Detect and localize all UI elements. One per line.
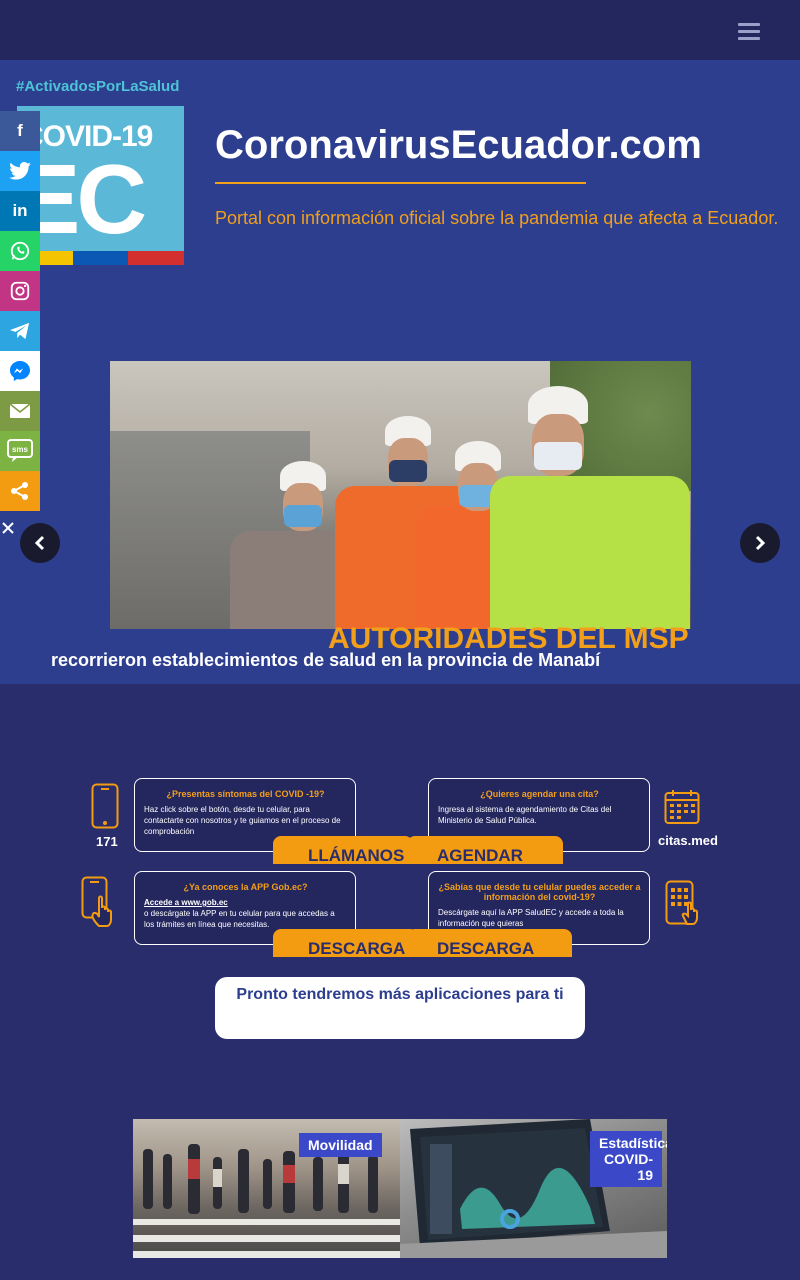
instagram-icon[interactable] xyxy=(0,271,40,311)
chevron-right-icon[interactable] xyxy=(740,523,780,563)
calendar-icon xyxy=(664,789,700,829)
flag-stripe xyxy=(17,251,184,265)
covid-ec-logo[interactable]: COVID-19 EC xyxy=(17,106,184,265)
linkedin-icon[interactable]: in xyxy=(0,191,40,231)
touch-phone-icon xyxy=(81,876,127,932)
card-question: ¿Presentas síntomas del COVID -19? xyxy=(166,789,325,799)
messenger-icon[interactable] xyxy=(0,351,40,391)
title-divider xyxy=(215,182,586,184)
telegram-icon[interactable] xyxy=(0,311,40,351)
share-icon[interactable] xyxy=(0,471,40,511)
statistics-banner[interactable]: Estadísticas COVID-19 xyxy=(400,1119,667,1258)
top-bar xyxy=(0,0,800,60)
site-description: Portal con información oficial sobre la … xyxy=(215,208,779,228)
download-saludec-button[interactable]: DESCARGA xyxy=(407,929,572,957)
gob-link[interactable]: Accede a www.gob.ec xyxy=(144,897,347,908)
email-icon[interactable] xyxy=(0,391,40,431)
banner-label: Estadísticas COVID-19 xyxy=(590,1131,667,1187)
keypad-hand-icon xyxy=(665,880,703,930)
chevron-left-icon[interactable] xyxy=(20,523,60,563)
schedule-button[interactable]: AGENDAR xyxy=(407,836,563,864)
svg-text:sms: sms xyxy=(12,445,29,454)
phone-icon xyxy=(91,783,119,833)
slide-subtitle: recorrieron establecimientos de salud en… xyxy=(51,650,601,670)
card-question: ¿Quieres agendar una cita? xyxy=(480,789,599,799)
call-button[interactable]: LLÁMANOS xyxy=(273,836,413,864)
twitter-icon[interactable] xyxy=(0,151,40,191)
card-text: Descárgate aquí la APP SaludEC y accede … xyxy=(438,908,624,928)
coming-soon-notice: Pronto tendremos más aplicaciones para t… xyxy=(215,977,585,1039)
hamburger-icon[interactable] xyxy=(738,23,760,40)
site-title[interactable]: CoronavirusEcuador.com xyxy=(215,123,702,168)
card-text: Haz click sobre el botón, desde tu celul… xyxy=(144,805,341,836)
phone-number: 171 xyxy=(96,834,118,849)
card-text: Ingresa al sistema de agendamiento de Ci… xyxy=(438,805,612,825)
hashtag: #ActivadosPorLaSalud xyxy=(16,78,180,95)
mobility-banner[interactable]: Movilidad xyxy=(133,1119,400,1258)
download-gob-button[interactable]: DESCARGA xyxy=(273,929,418,957)
social-share-bar: f in sms xyxy=(0,111,40,511)
card-text: Accede a www.gob.ec o descárgate la APP e… xyxy=(144,897,347,930)
appointments-site-label: citas.med xyxy=(658,833,718,848)
slider-image xyxy=(110,361,691,629)
card-question: ¿Ya conoces la APP Gob.ec? xyxy=(183,882,308,892)
sms-icon[interactable]: sms xyxy=(0,431,40,471)
whatsapp-icon[interactable] xyxy=(0,231,40,271)
card-question: ¿Sabías que desde tu celular puedes acce… xyxy=(438,882,641,902)
banner-label: Movilidad xyxy=(299,1133,382,1157)
facebook-icon[interactable]: f xyxy=(0,111,40,151)
hide-share-bar-icon[interactable] xyxy=(2,522,14,537)
